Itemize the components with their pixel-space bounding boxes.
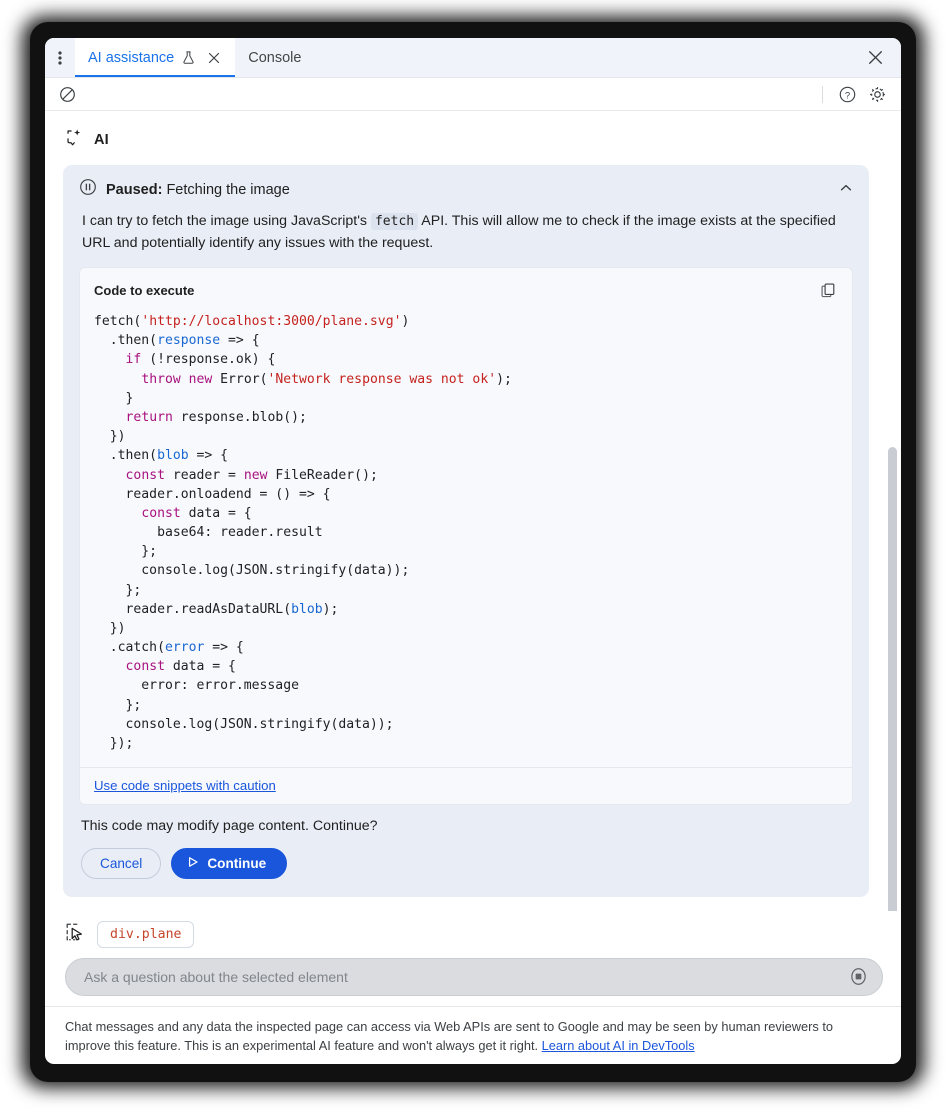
collapse-step-button[interactable] bbox=[833, 175, 859, 201]
svg-text:?: ? bbox=[844, 90, 849, 101]
panel-close-button[interactable] bbox=[861, 44, 889, 72]
continue-button[interactable]: Continue bbox=[171, 848, 287, 879]
tab-ai-assistance-label: AI assistance bbox=[88, 50, 174, 66]
ai-label: AI bbox=[94, 132, 109, 148]
code-card-header: Code to execute bbox=[80, 268, 852, 308]
ai-sparkle-icon bbox=[65, 128, 84, 152]
copy-code-button[interactable] bbox=[816, 278, 840, 302]
continue-button-label: Continue bbox=[207, 856, 266, 871]
screenshot-root: AI assistance Console bbox=[0, 0, 946, 1111]
pause-circle-icon bbox=[79, 178, 97, 201]
cancel-button[interactable]: Cancel bbox=[81, 848, 161, 879]
paused-step-card: Paused: Fetching the image I can try to … bbox=[63, 165, 869, 897]
toolbar-divider bbox=[822, 86, 823, 103]
gear-icon bbox=[868, 85, 887, 104]
question-mark-circle-icon: ? bbox=[838, 85, 857, 104]
code-snippet[interactable]: fetch('http://localhost:3000/plane.svg')… bbox=[80, 308, 852, 767]
help-button[interactable]: ? bbox=[833, 80, 861, 108]
devtools-window: AI assistance Console bbox=[45, 38, 901, 1064]
description-part-1: I can try to fetch the image using JavaS… bbox=[82, 213, 371, 229]
panel-toolbar: ? bbox=[45, 78, 901, 111]
stop-record-icon[interactable] bbox=[846, 965, 870, 989]
copy-icon bbox=[820, 282, 837, 299]
code-card-title: Code to execute bbox=[94, 283, 194, 298]
three-dots-vertical-icon bbox=[58, 50, 62, 66]
conversation-scrollbar-thumb[interactable] bbox=[888, 447, 897, 911]
ai-branding-header: AI bbox=[63, 111, 885, 165]
tab-console[interactable]: Console bbox=[235, 38, 314, 77]
paused-step-title: Paused: Fetching the image bbox=[106, 182, 290, 198]
selected-element-chip[interactable]: div.plane bbox=[97, 921, 194, 948]
paused-step-description: I can try to fetch the image using JavaS… bbox=[80, 210, 853, 254]
clear-conversation-button[interactable] bbox=[53, 80, 81, 108]
conversation-scroll-area[interactable]: AI Paused: bbox=[45, 111, 901, 911]
paused-status-label: Paused: bbox=[106, 182, 162, 198]
close-icon bbox=[208, 52, 220, 64]
inspect-element-icon[interactable] bbox=[65, 922, 85, 947]
privacy-disclaimer: Chat messages and any data the inspected… bbox=[45, 1006, 901, 1064]
code-card-footer: Use code snippets with caution bbox=[80, 767, 852, 804]
tab-close-button[interactable] bbox=[205, 49, 222, 66]
learn-about-ai-link[interactable]: Learn about AI in DevTools bbox=[542, 1038, 695, 1053]
no-entry-clear-icon bbox=[59, 86, 76, 103]
code-caution-link[interactable]: Use code snippets with caution bbox=[94, 778, 276, 793]
tab-strip: AI assistance Console bbox=[45, 38, 901, 78]
tab-ai-assistance[interactable]: AI assistance bbox=[75, 38, 235, 77]
settings-button[interactable] bbox=[863, 80, 891, 108]
chevron-up-icon bbox=[839, 181, 853, 195]
question-input-container[interactable] bbox=[65, 958, 883, 996]
question-input[interactable] bbox=[82, 968, 846, 986]
paused-step-header: Paused: Fetching the image bbox=[79, 178, 853, 201]
close-icon bbox=[868, 50, 883, 65]
confirm-button-row: Cancel Continue bbox=[81, 848, 853, 879]
flask-icon bbox=[181, 50, 196, 65]
play-triangle-icon bbox=[187, 856, 199, 871]
toolbar-actions: ? bbox=[818, 80, 891, 108]
code-to-execute-card: Code to execute fetch('http://localhost:… bbox=[79, 267, 853, 805]
tab-console-label: Console bbox=[248, 50, 301, 66]
selected-element-row: div.plane bbox=[45, 911, 901, 956]
tab-strip-actions bbox=[861, 38, 901, 77]
inline-code-fetch: fetch bbox=[371, 213, 418, 230]
disclaimer-text: Chat messages and any data the inspected… bbox=[65, 1019, 833, 1053]
confirm-message: This code may modify page content. Conti… bbox=[81, 818, 853, 834]
paused-status-title: Fetching the image bbox=[166, 182, 289, 198]
more-tabs-button[interactable] bbox=[45, 38, 75, 77]
